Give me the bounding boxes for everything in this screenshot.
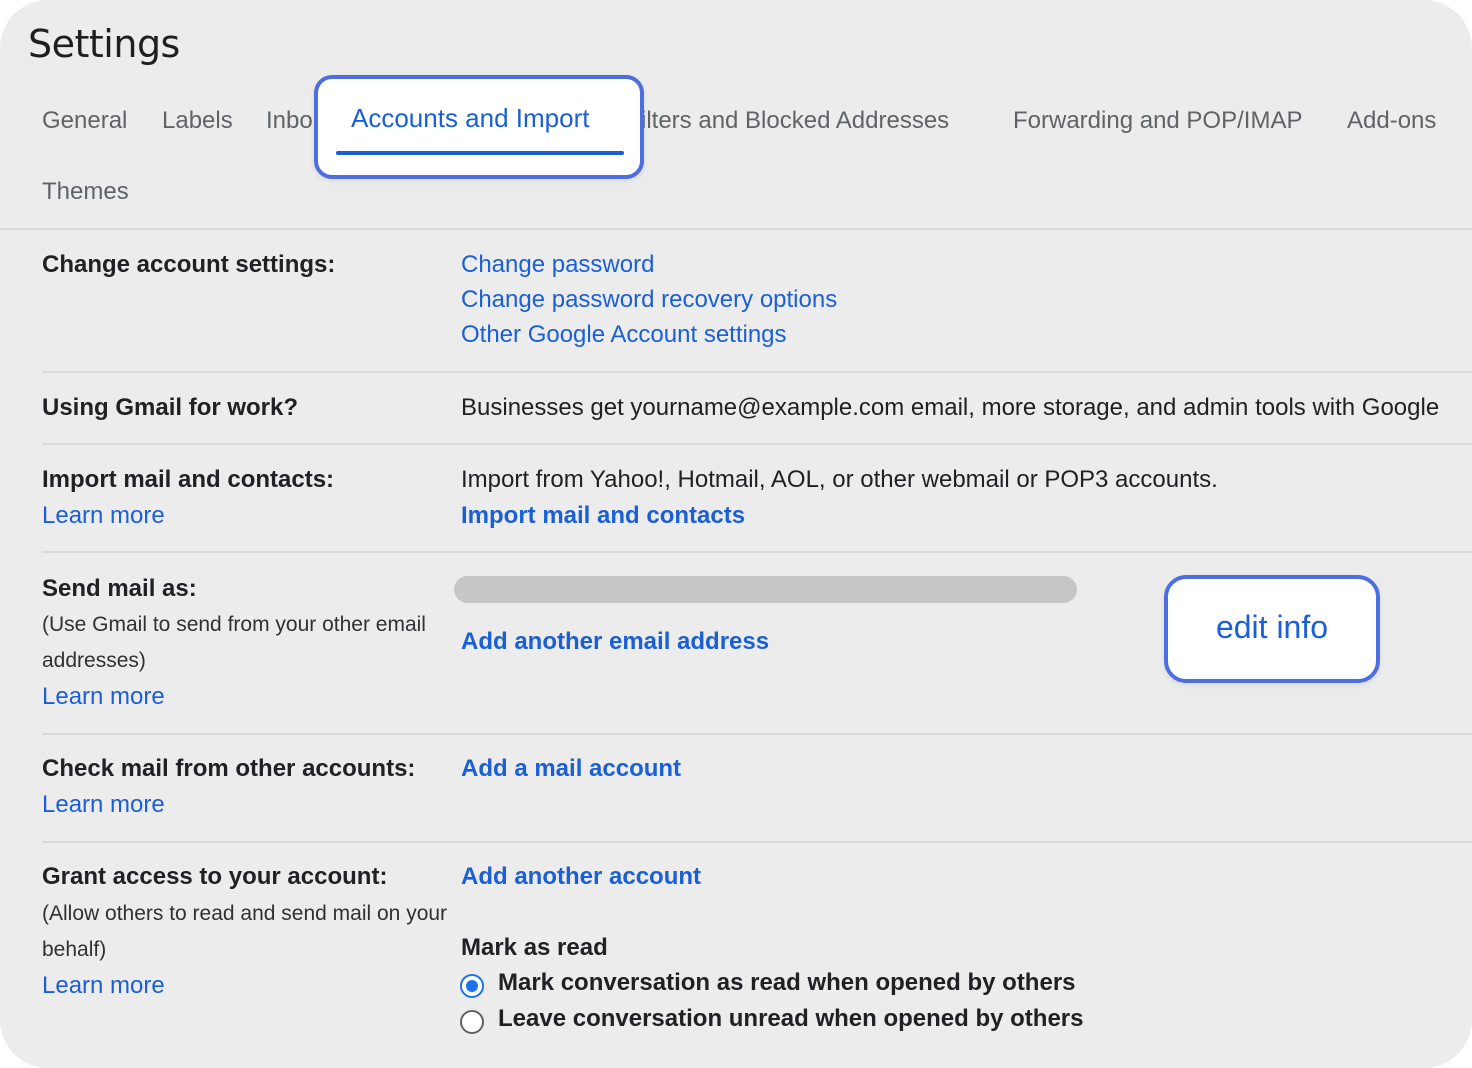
gmail-work-text: Businesses get yourname@example.com emai… [461,394,1440,421]
import-learn-more-link[interactable]: Learn more [42,502,165,530]
edit-info-label: edit info [1215,609,1329,645]
radio-mark-read-label: Mark conversation as read when opened by… [498,969,1076,996]
page-title: Settings [28,22,180,66]
change-password-link[interactable]: Change password [461,251,654,279]
google-account-settings-link[interactable]: Other Google Account settings [461,321,787,349]
radio-mark-read[interactable] [460,974,484,998]
radio-leave-unread[interactable] [460,1010,484,1034]
add-mail-account-button[interactable]: Add a mail account [461,755,681,783]
tab-forwarding[interactable]: Forwarding and POP/IMAP [1013,107,1302,135]
check-mail-learn-more-link[interactable]: Learn more [42,791,165,819]
gmail-work-label: Using Gmail for work? [42,394,299,421]
section-divider [42,443,1472,445]
tab-accounts-and-import[interactable]: Accounts and Import [314,75,644,179]
import-mail-button[interactable]: Import mail and contacts [461,502,745,530]
tab-accounts-label: Accounts and Import [351,103,590,133]
section-divider [42,841,1472,843]
grant-access-learn-more-link[interactable]: Learn more [42,972,165,1000]
mark-as-read-heading: Mark as read [461,934,608,961]
import-mail-label: Import mail and contacts: [42,466,335,493]
settings-window: Settings General Labels Inbo ilters and … [0,0,1472,1068]
add-another-account-button[interactable]: Add another account [461,863,701,891]
check-mail-label: Check mail from other accounts: [42,755,416,782]
change-account-label: Change account settings: [42,251,336,278]
grant-access-subtext: behalf) [42,938,107,961]
add-email-address-button[interactable]: Add another email address [461,628,769,656]
tab-addons[interactable]: Add-ons [1347,107,1436,135]
tab-labels[interactable]: Labels [162,107,233,135]
send-mail-subtext: (Use Gmail to send from your other email [42,613,426,636]
section-divider [42,733,1472,735]
section-divider [42,551,1472,553]
tabs-divider [0,228,1472,230]
grant-access-label: Grant access to your account: [42,863,388,890]
grant-access-subtext: (Allow others to read and send mail on y… [42,902,448,925]
send-mail-label: Send mail as: [42,575,197,602]
redacted-email-address [454,576,1077,603]
password-recovery-link[interactable]: Change password recovery options [461,286,837,314]
active-tab-indicator [336,151,624,155]
radio-leave-unread-label: Leave conversation unread when opened by… [498,1005,1084,1032]
import-description: Import from Yahoo!, Hotmail, AOL, or oth… [461,466,1218,493]
tab-filters[interactable]: ilters and Blocked Addresses [641,107,949,135]
send-mail-subtext: addresses) [42,649,146,672]
section-divider [42,371,1472,373]
tab-inbox[interactable]: Inbo [266,107,313,135]
send-mail-learn-more-link[interactable]: Learn more [42,683,165,711]
tab-general[interactable]: General [42,107,127,135]
edit-info-button[interactable]: edit info [1164,575,1380,683]
tab-themes[interactable]: Themes [42,178,129,206]
